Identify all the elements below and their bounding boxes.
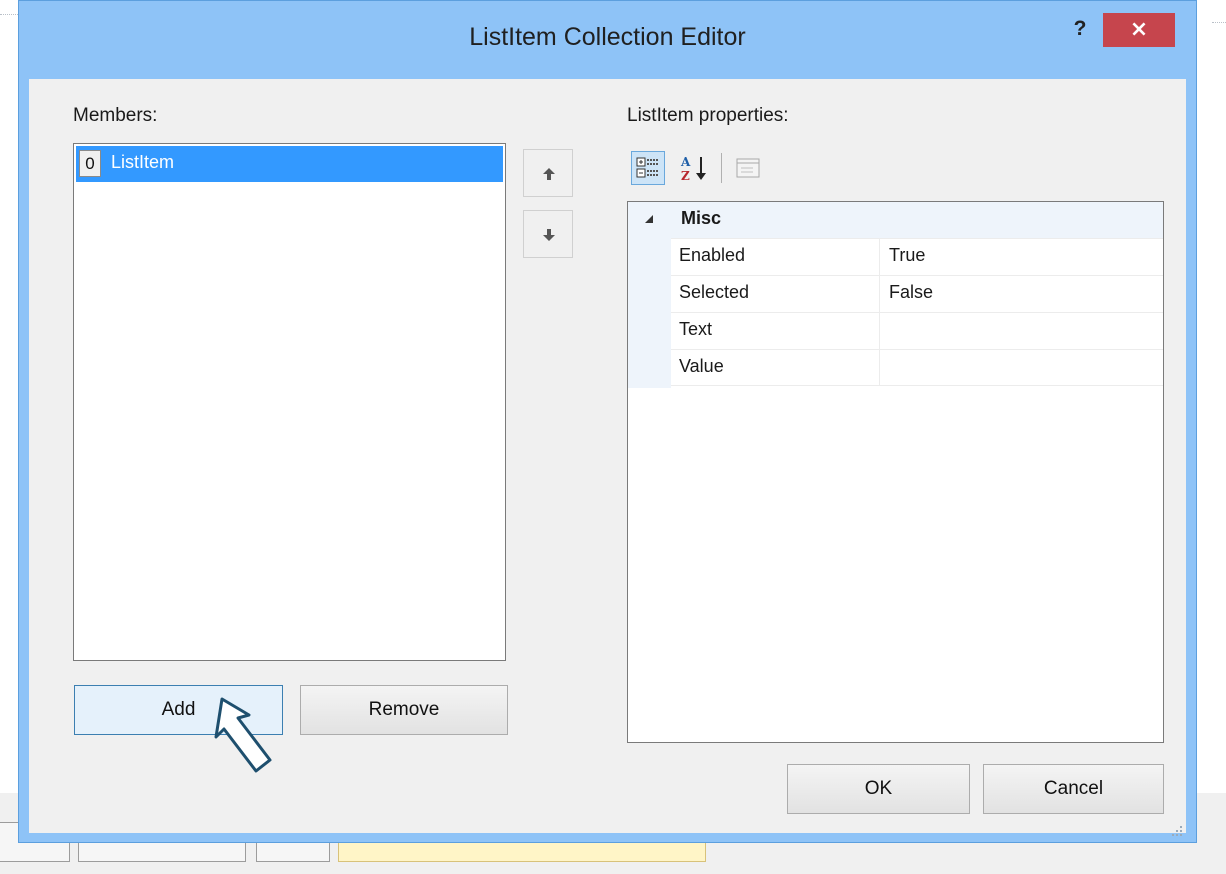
svg-text:Z: Z bbox=[681, 169, 690, 183]
property-name: Text bbox=[679, 319, 713, 339]
collapse-triangle-icon[interactable] bbox=[644, 214, 654, 224]
move-down-button[interactable] bbox=[523, 210, 573, 258]
property-pages-icon bbox=[736, 158, 760, 178]
property-toolbar: A Z bbox=[627, 149, 767, 189]
toolbar-separator bbox=[721, 153, 722, 183]
members-list[interactable]: 0 ListItem bbox=[73, 143, 506, 661]
annotation-arrow-icon bbox=[214, 697, 272, 773]
title-bar[interactable]: ListItem Collection Editor ? × bbox=[19, 1, 1196, 79]
property-grid[interactable]: Misc Enabled True Selected False Text Va… bbox=[627, 201, 1164, 743]
close-button[interactable]: × bbox=[1103, 13, 1175, 47]
alphabetical-button[interactable]: A Z bbox=[679, 153, 713, 183]
property-name: Enabled bbox=[679, 245, 746, 265]
resize-grip-icon[interactable] bbox=[1167, 823, 1185, 841]
category-name: Misc bbox=[681, 208, 722, 228]
help-button[interactable]: ? bbox=[1062, 13, 1098, 45]
move-up-button[interactable] bbox=[523, 149, 573, 197]
members-label: Members: bbox=[73, 105, 158, 126]
window-title: ListItem Collection Editor bbox=[469, 23, 746, 51]
alphabetical-icon: A Z bbox=[680, 155, 706, 183]
property-value[interactable]: False bbox=[879, 276, 1163, 312]
property-value[interactable] bbox=[879, 313, 1163, 349]
property-row-text[interactable]: Text bbox=[671, 312, 1163, 349]
property-name: Selected bbox=[679, 282, 750, 302]
cancel-button[interactable]: Cancel bbox=[983, 764, 1164, 814]
category-row-misc[interactable]: Misc bbox=[628, 202, 1163, 238]
list-item[interactable]: 0 ListItem bbox=[76, 146, 503, 182]
property-row-enabled[interactable]: Enabled True bbox=[671, 238, 1163, 275]
property-name: Value bbox=[679, 356, 724, 376]
member-label: ListItem bbox=[111, 152, 175, 172]
categorized-button[interactable] bbox=[631, 151, 665, 185]
property-value[interactable] bbox=[879, 350, 1163, 386]
properties-label: ListItem properties: bbox=[627, 105, 789, 126]
svg-text:A: A bbox=[680, 155, 691, 169]
arrow-down-icon bbox=[543, 229, 555, 241]
arrow-up-icon bbox=[543, 168, 555, 180]
background-dotted-line bbox=[0, 14, 18, 15]
background-dotted-line bbox=[1212, 22, 1226, 23]
member-index: 0 bbox=[79, 150, 101, 177]
property-value[interactable]: True bbox=[879, 239, 1163, 275]
property-row-selected[interactable]: Selected False bbox=[671, 275, 1163, 312]
categorized-icon bbox=[636, 157, 659, 178]
property-pages-button[interactable] bbox=[733, 153, 763, 183]
remove-button[interactable]: Remove bbox=[300, 685, 508, 735]
property-row-value[interactable]: Value bbox=[671, 349, 1163, 386]
ok-button[interactable]: OK bbox=[787, 764, 970, 814]
